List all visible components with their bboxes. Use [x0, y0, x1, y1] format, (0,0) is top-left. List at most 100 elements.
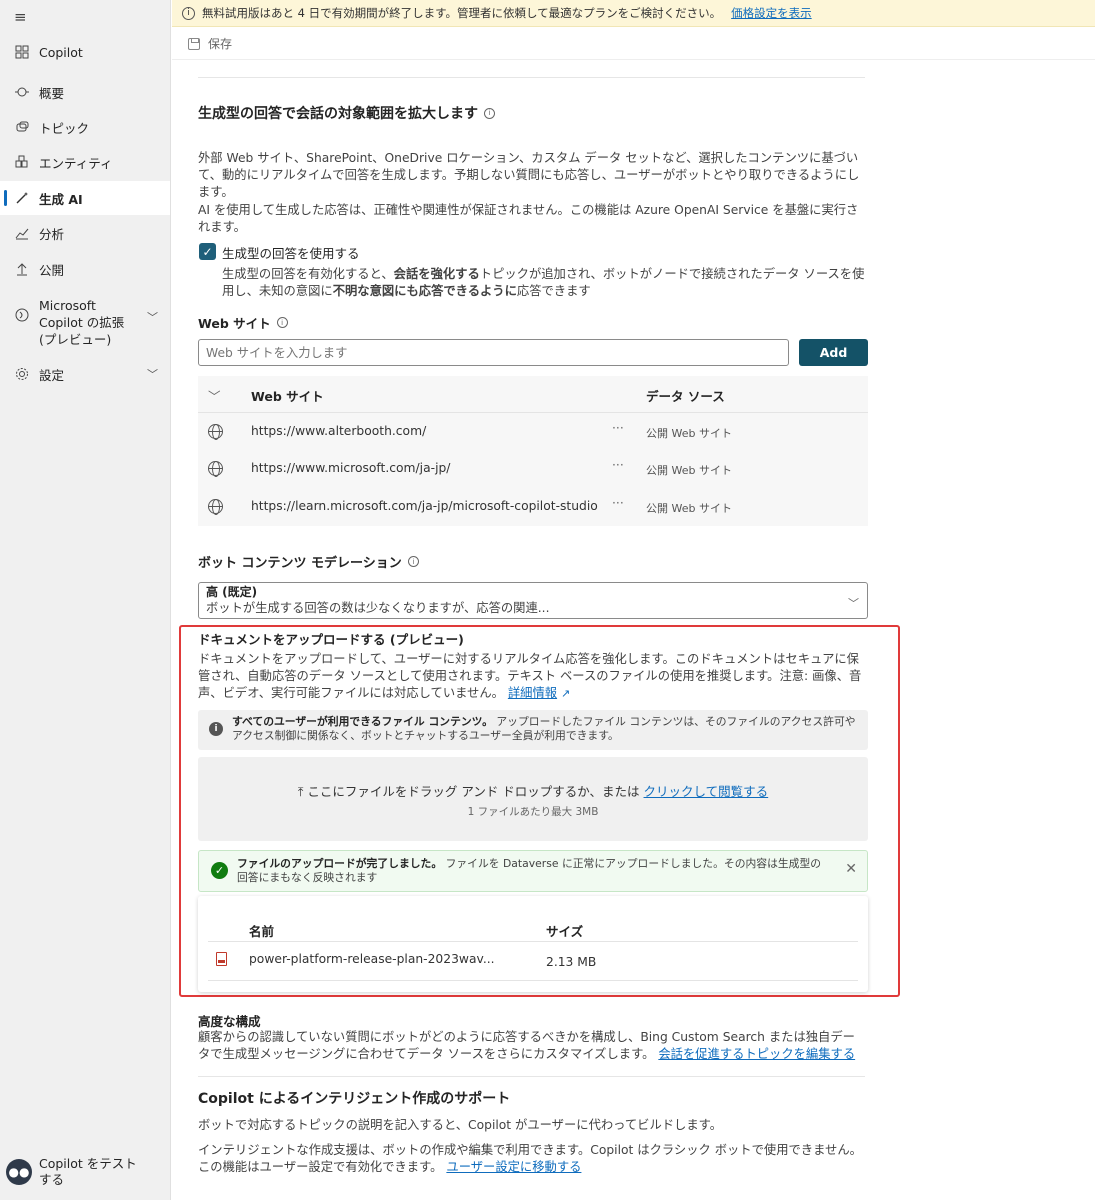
sidebar-item-label: エンティティ: [39, 155, 113, 171]
moderation-dropdown[interactable]: 高 (既定) ボットが生成する回答の数は少なくなりますが、応答の関連... ﹀: [198, 582, 868, 619]
user-settings-link[interactable]: ユーザー設定に移動する: [446, 1160, 581, 1174]
hamburger-icon[interactable]: ≡: [14, 9, 30, 25]
generative-desc: 外部 Web サイト、SharePoint、OneDrive ロケーション、カス…: [198, 151, 860, 199]
file-name: power-platform-release-plan-2023wav...: [249, 952, 495, 966]
generative-answers-checkbox[interactable]: ✓: [199, 243, 216, 260]
desc-part: 生成型の回答を有効化すると、: [222, 267, 394, 281]
website-url: https://www.alterbooth.com/: [251, 424, 427, 438]
selected-description: ボットが生成する回答の数は少なくなりますが、応答の関連...: [206, 601, 550, 615]
copilot-desc-2: インテリジェントな作成支援は、ボットの作成や編集で利用できます。Copilot …: [198, 1142, 863, 1176]
banner-text: 無料試用版はあと 4 日で有効期間が終了します。管理者に依頼して最適なプランをご…: [202, 6, 722, 20]
chart-icon: [14, 225, 30, 241]
desc-bold: 不明な意図にも応答できるように: [332, 284, 517, 298]
more-options-icon[interactable]: ···: [612, 496, 624, 510]
table-row[interactable]: https://learn.microsoft.com/ja-jp/micros…: [198, 488, 868, 526]
sidebar-item-topics[interactable]: トピック: [0, 110, 170, 144]
pdf-file-icon: [216, 952, 227, 966]
chevron-down-icon[interactable]: ﹀: [208, 386, 221, 405]
success-bold: ファイルのアップロードが完了しました。: [237, 857, 443, 870]
chevron-down-icon[interactable]: ﹀: [147, 366, 158, 382]
info-icon[interactable]: i: [276, 317, 288, 328]
section-title: 生成型の回答で会話の対象範囲を拡大します: [198, 106, 478, 122]
selected-value: 高 (既定): [206, 585, 258, 599]
chevron-down-icon[interactable]: ﹀: [147, 309, 158, 325]
topics-icon: [14, 119, 30, 135]
save-icon: [188, 37, 200, 50]
globe-icon: [208, 461, 223, 477]
col-website: Web サイト: [251, 389, 324, 404]
test-bot-label: Copilot をテストする: [39, 1156, 137, 1187]
upload-desc: ドキュメントをアップロードして、ユーザーに対するリアルタイム応答を強化します。こ…: [198, 651, 868, 702]
copilot-title: Copilot によるインテリジェント作成のサポート: [198, 1091, 511, 1107]
moderation-label: ボット コンテンツ モデレーション i: [198, 552, 419, 571]
add-website-button[interactable]: Add: [799, 339, 868, 366]
advanced-title: 高度な構成: [198, 1014, 261, 1029]
label-text: Web サイト: [198, 316, 271, 331]
sidebar-item-settings[interactable]: 設定 ﹀: [0, 357, 170, 391]
notice-bold: すべてのユーザーが利用できるファイル コンテンツ。: [232, 715, 493, 728]
wand-icon: [14, 190, 30, 206]
checkmark-icon: ✓: [211, 862, 228, 879]
gear-icon: [14, 366, 30, 382]
table-row[interactable]: https://www.alterbooth.com/ ··· 公開 Web サ…: [198, 413, 868, 451]
ai-disclaimer: AI を使用して生成した応答は、正確性や関連性が保証されません。この機能は Az…: [198, 203, 859, 234]
desc-part: 応答できます: [516, 284, 591, 298]
sidebar-item-entities[interactable]: エンティティ: [0, 145, 170, 179]
close-icon[interactable]: ✕: [845, 862, 857, 876]
sidebar-item-label: 分析: [39, 226, 65, 242]
info-icon: i: [182, 6, 195, 20]
table-row[interactable]: https://www.microsoft.com/ja-jp/ ··· 公開 …: [198, 450, 868, 488]
drop-text: ここにファイルをドラッグ アンド ドロップするか、または: [307, 784, 640, 799]
col-data-source: データ ソース: [646, 389, 725, 404]
info-icon[interactable]: i: [407, 556, 419, 567]
browse-link[interactable]: クリックして閲覧する: [644, 784, 769, 799]
learn-more-link[interactable]: 詳細情報: [508, 686, 557, 700]
data-source: 公開 Web サイト: [646, 502, 732, 515]
copilot-desc-1: ボットで対応するトピックの説明を記入すると、Copilot がユーザーに代わって…: [198, 1118, 722, 1132]
dropzone-text: ⤒ ここにファイルをドラッグ アンド ドロップするか、または クリックして閲覧す…: [198, 781, 868, 800]
sidebar-item-label: 公開: [39, 262, 65, 278]
sidebar-item-label: 設定: [39, 367, 65, 383]
divider: [198, 1076, 865, 1077]
grid-icon: [14, 44, 30, 60]
sidebar-item-analytics[interactable]: 分析: [0, 216, 170, 250]
sidebar-item-overview[interactable]: 概要: [0, 75, 170, 109]
label-text: ボット コンテンツ モデレーション: [198, 556, 402, 571]
chevron-down-icon: ﹀: [848, 597, 859, 610]
upload-arrow-icon: ⤒: [297, 784, 304, 799]
globe-icon: [208, 499, 223, 515]
sidebar-item-publish[interactable]: 公開: [0, 252, 170, 286]
external-link-icon: ↗: [561, 687, 571, 700]
divider: [198, 77, 865, 78]
file-size: 2.13 MB: [546, 955, 597, 969]
websites-table: ﹀ Web サイト データ ソース https://www.alterbooth…: [198, 376, 868, 526]
sidebar-item-copilot[interactable]: Copilot: [0, 35, 170, 69]
info-icon[interactable]: i: [484, 107, 495, 119]
file-visibility-notice: i すべてのユーザーが利用できるファイル コンテンツ。 アップロードしたファイル…: [198, 710, 868, 750]
more-options-icon[interactable]: ···: [612, 421, 624, 435]
table-header: 名前 サイズ: [208, 896, 858, 942]
file-dropzone[interactable]: ⤒ ここにファイルをドラッグ アンド ドロップするか、または クリックして閲覧す…: [198, 757, 868, 841]
sidebar-item-copilot-extensions[interactable]: Microsoft Copilot の拡張 (プレビュー) ﹀: [0, 289, 170, 349]
data-source: 公開 Web サイト: [646, 464, 732, 477]
edit-topic-link[interactable]: 会話を促進するトピックを編集する: [658, 1047, 855, 1061]
col-name: 名前: [249, 924, 275, 939]
col-size: サイズ: [546, 924, 584, 939]
pricing-link[interactable]: 価格設定を表示: [731, 5, 812, 21]
sidebar-item-label: Copilot: [39, 44, 83, 60]
globe-icon: [208, 424, 223, 440]
more-options-icon[interactable]: ···: [612, 458, 624, 472]
upload-success-message: ✓ ファイルのアップロードが完了しました。 ファイルを Dataverse に正…: [198, 850, 868, 892]
bot-icon: ●●: [6, 1159, 32, 1185]
website-url: https://www.microsoft.com/ja-jp/: [251, 461, 451, 475]
website-url: https://learn.microsoft.com/ja-jp/micros…: [251, 499, 598, 513]
website-input[interactable]: [198, 339, 789, 366]
files-table: 名前 サイズ power-platform-release-plan-2023w…: [198, 896, 868, 992]
table-row[interactable]: power-platform-release-plan-2023wav... 2…: [208, 943, 858, 981]
sidebar-item-generative-ai[interactable]: 生成 AI: [0, 181, 170, 215]
info-icon: i: [209, 722, 223, 736]
save-button[interactable]: 保存: [208, 35, 232, 52]
test-bot-button[interactable]: ●● Copilot をテストする: [6, 1156, 149, 1188]
sidebar-item-label: トピック: [39, 120, 90, 136]
max-size-text: 1 ファイルあたり最大 3MB: [467, 806, 599, 818]
